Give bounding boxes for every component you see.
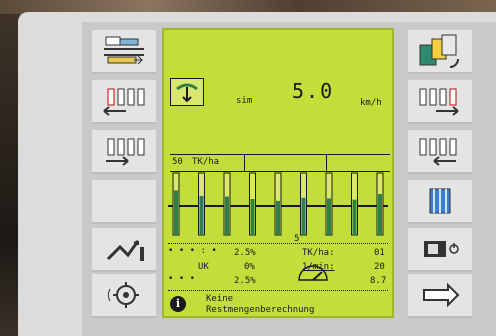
stat-row2-value: 20 [374, 262, 385, 272]
softkey-copy-settings[interactable] [408, 30, 472, 74]
softkey-shutoff-right-outer[interactable] [408, 80, 472, 124]
wheel-rate-icon [107, 282, 139, 308]
softkey-shutoff-left-outer[interactable] [92, 80, 156, 124]
softkey-all-sections[interactable] [408, 180, 472, 224]
dots-row1: • • • : • [168, 246, 217, 256]
main-display: sim 5.0 km/h 50 TK/ha 5 • • • : • 2.5% T… [162, 28, 394, 318]
stat-row1-value: 01 [374, 248, 385, 258]
stat-row1-pct: 2.5% [234, 248, 256, 258]
stat-row2-pct: 0% [244, 262, 255, 272]
row-bar-fill-5 [276, 200, 280, 235]
shutoff-right-outer-icon [419, 88, 459, 116]
gauge-icon [298, 265, 328, 281]
shutoff-left-inner-icon [106, 138, 145, 166]
spreader-arrow-icon [176, 83, 198, 103]
row-bar-fill-6 [301, 197, 306, 235]
rate-unit-label: TK/ha [192, 157, 220, 167]
background-photo-left [0, 14, 20, 336]
info-line-1: Keine [206, 294, 234, 304]
softkey-terminal-power[interactable] [408, 228, 472, 272]
row-bar-fill-4 [250, 199, 255, 235]
hydraulic-fold-icon [106, 240, 144, 261]
section-control-icon [104, 36, 144, 65]
row-bar-fill-7 [327, 198, 331, 235]
row-bar-fill-8 [352, 199, 357, 235]
softkey-shutoff-left-inner[interactable] [92, 130, 156, 174]
stat-uk-label: UK [198, 262, 209, 272]
info-line-2: Restmengenberechnung [206, 305, 315, 315]
dots-row3: • • • [168, 274, 196, 284]
speed-value: 5.0 [292, 79, 335, 103]
softkey-section-control[interactable] [92, 30, 156, 74]
softkey-hydraulic-fold[interactable] [92, 228, 156, 272]
row-bar-fill-3 [225, 196, 229, 235]
stats-divider [168, 243, 388, 245]
softkey-next-page[interactable] [408, 274, 472, 318]
softkey-empty-left[interactable] [92, 180, 156, 224]
next-page-icon [423, 282, 460, 308]
copy-settings-icon [419, 34, 459, 68]
all-sections-icon [429, 188, 451, 214]
speed-source: sim [236, 96, 253, 106]
speed-unit: km/h [360, 98, 382, 108]
softkey-wheel-rate[interactable] [92, 274, 156, 318]
spreader-mode-button[interactable] [170, 78, 204, 106]
stat-row3-value: 8.7 [370, 276, 387, 286]
shutoff-right-inner-icon [419, 138, 457, 166]
row-bar-fill-9 [378, 194, 382, 235]
info-divider [168, 290, 388, 291]
stat-row1-label: TK/ha: [302, 248, 335, 258]
row-bar-fill-2 [199, 195, 204, 235]
rate-target-value: 50 [172, 157, 183, 167]
row-bars [168, 172, 388, 236]
softkey-shutoff-right-inner[interactable] [408, 130, 472, 174]
shutoff-left-outer-icon [103, 88, 145, 116]
stat-row3-pct: 2.5% [234, 276, 256, 286]
row-bar-fill-1 [174, 190, 178, 235]
info-icon: i [170, 296, 186, 312]
terminal-power-icon [424, 241, 459, 257]
